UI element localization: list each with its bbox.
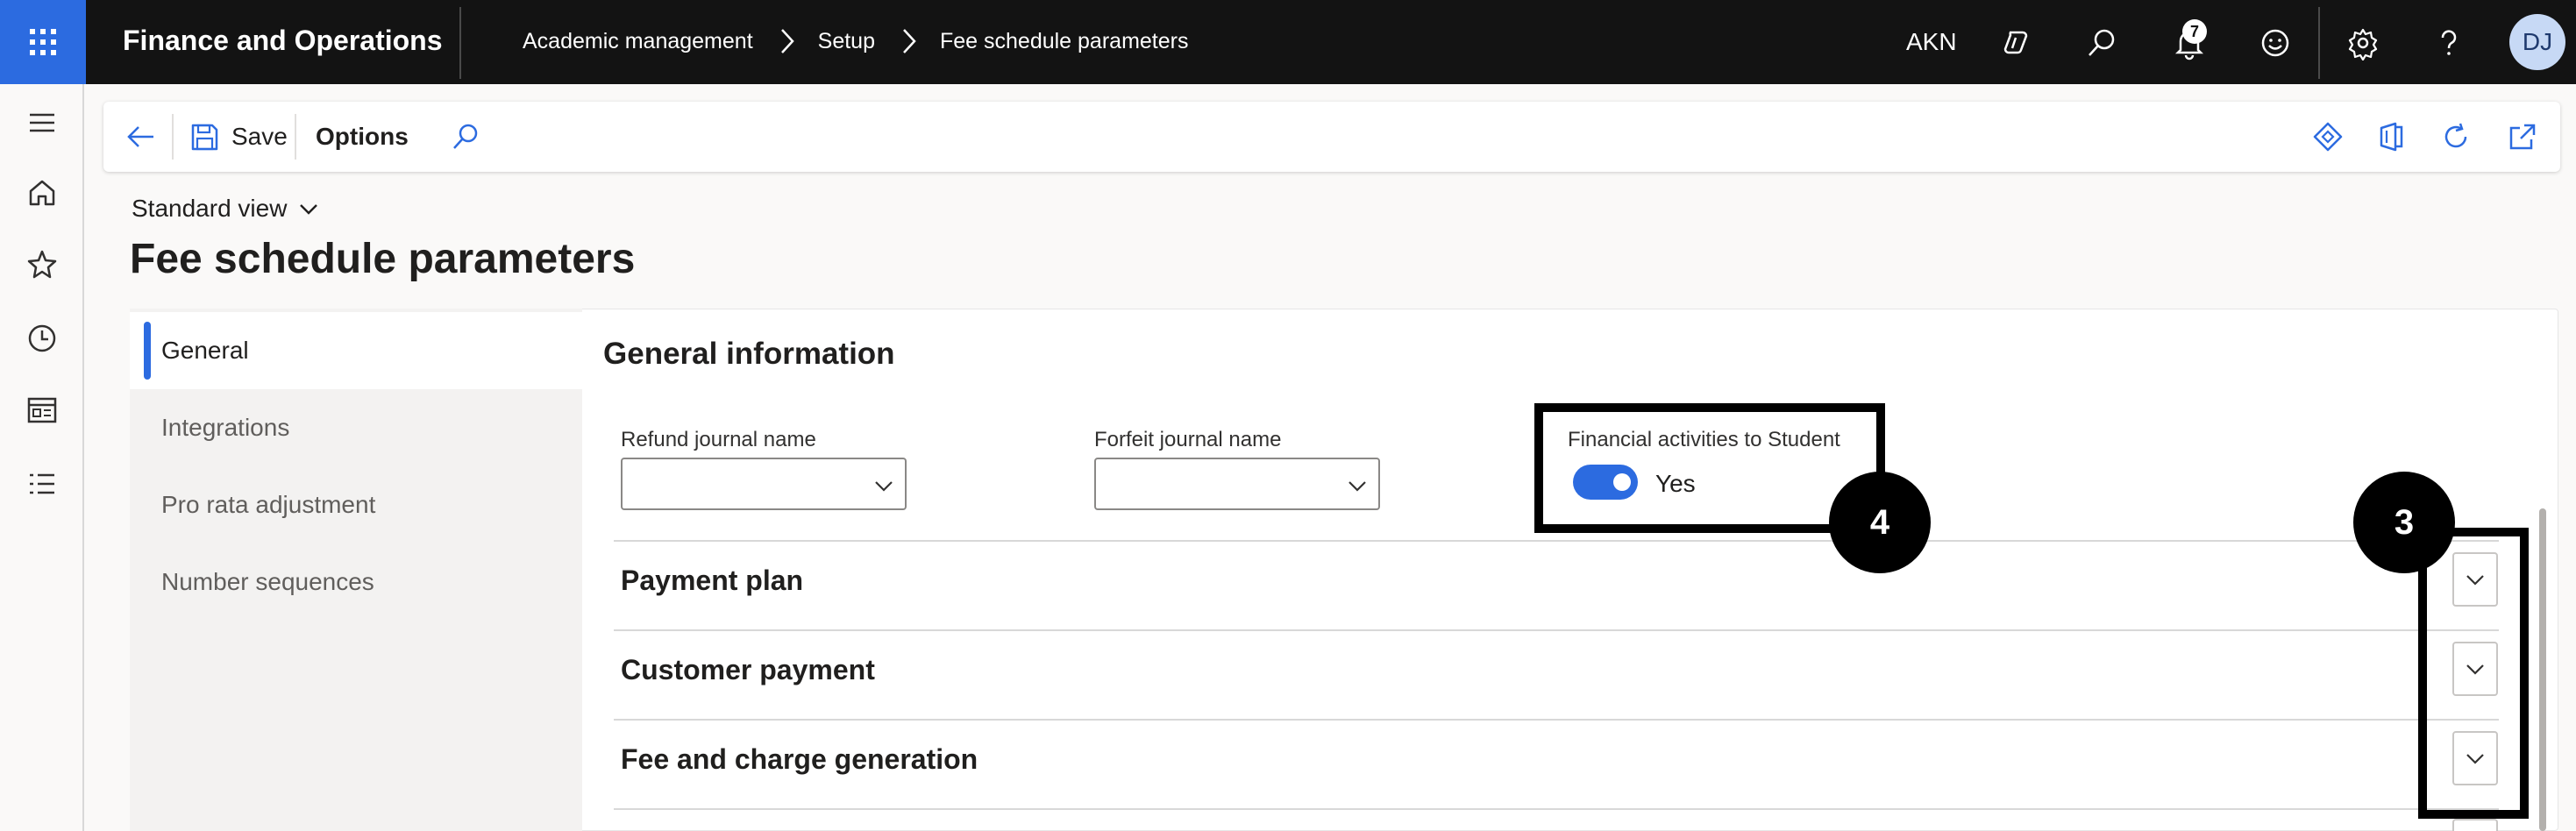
options-menu[interactable]: Options xyxy=(316,102,409,172)
workspace-icon xyxy=(27,397,57,423)
clock-icon xyxy=(28,324,56,352)
save-button[interactable]: Save xyxy=(188,102,288,172)
expand-next-section-button[interactable] xyxy=(2452,819,2498,831)
chevron-down-icon xyxy=(1348,481,1366,492)
view-selector[interactable]: Standard view xyxy=(132,195,320,223)
power-apps-button[interactable] xyxy=(2311,102,2345,172)
refund-journal-combobox[interactable] xyxy=(621,458,907,510)
nav-workspaces[interactable] xyxy=(25,393,60,428)
app-launcher-button[interactable] xyxy=(0,0,86,84)
waffle-icon xyxy=(30,29,56,55)
list-icon xyxy=(30,473,54,494)
nav-home[interactable] xyxy=(25,175,60,210)
topbar-divider xyxy=(459,7,461,79)
help-button[interactable] xyxy=(2429,23,2469,63)
action-pane: Save Options xyxy=(103,102,2560,172)
callout-badge-4: 4 xyxy=(1829,472,1931,573)
tab-label: General xyxy=(161,337,249,364)
forfeit-journal-combobox[interactable] xyxy=(1094,458,1380,510)
nav-recent[interactable] xyxy=(25,321,60,356)
refresh-button[interactable] xyxy=(2439,102,2473,172)
app-title[interactable]: Finance and Operations xyxy=(123,25,443,57)
callout-box-expand-buttons xyxy=(2418,528,2529,819)
tab-pro-rata-adjustment[interactable]: Pro rata adjustment xyxy=(130,466,582,543)
chevron-right-icon xyxy=(901,28,917,54)
section-divider xyxy=(614,719,2499,721)
save-label: Save xyxy=(231,123,288,150)
hamburger-menu-button[interactable] xyxy=(25,105,60,140)
search-button[interactable] xyxy=(2081,23,2122,63)
topbar-divider xyxy=(2318,7,2320,79)
tab-label: Number sequences xyxy=(161,568,374,595)
page-title: Fee schedule parameters xyxy=(130,236,636,282)
tab-integrations[interactable]: Integrations xyxy=(130,389,582,466)
chevron-down-icon xyxy=(300,204,318,215)
gear-icon xyxy=(2348,28,2378,60)
refund-journal-label: Refund journal name xyxy=(621,428,816,451)
open-new-window-icon xyxy=(2509,124,2536,150)
nav-favorites[interactable] xyxy=(25,247,60,282)
smiley-icon xyxy=(2261,29,2289,57)
star-icon xyxy=(27,250,57,279)
callout-badge-3: 3 xyxy=(2353,472,2455,573)
chevron-down-icon xyxy=(875,481,893,492)
company-picker[interactable]: AKN xyxy=(1906,28,1957,56)
forfeit-journal-label: Forfeit journal name xyxy=(1094,428,1282,451)
breadcrumb-item-setup[interactable]: Setup xyxy=(818,29,875,54)
fasttab-payment-plan[interactable]: Payment plan xyxy=(621,565,803,597)
breadcrumb-item-fee-schedule-parameters[interactable]: Fee schedule parameters xyxy=(940,29,1188,54)
office-button[interactable] xyxy=(2374,102,2408,172)
settings-button[interactable] xyxy=(2343,23,2383,63)
back-button[interactable] xyxy=(125,102,158,172)
feedback-button[interactable] xyxy=(2255,23,2295,63)
action-pane-divider xyxy=(295,114,296,160)
section-divider xyxy=(614,540,2499,542)
section-title: General information xyxy=(603,337,895,371)
action-pane-divider xyxy=(172,114,174,160)
vertical-scrollbar[interactable] xyxy=(2539,508,2546,831)
section-divider xyxy=(614,629,2499,631)
active-tab-indicator xyxy=(144,322,151,380)
left-navigation xyxy=(0,84,84,831)
chevron-right-icon xyxy=(779,28,795,54)
copilot-icon xyxy=(2003,31,2028,54)
section-divider xyxy=(614,808,2499,810)
refresh-icon xyxy=(2444,123,2467,148)
notification-badge: 7 xyxy=(2182,19,2207,44)
office-icon xyxy=(2380,122,2403,152)
search-icon xyxy=(453,124,478,149)
hamburger-icon xyxy=(30,113,54,132)
copilot-button[interactable] xyxy=(1996,23,2036,63)
save-icon xyxy=(191,124,218,151)
tab-label: Integrations xyxy=(161,414,290,441)
tab-number-sequences[interactable]: Number sequences xyxy=(130,543,582,621)
open-new-window-button[interactable] xyxy=(2506,102,2539,172)
options-label: Options xyxy=(316,123,409,150)
nav-modules[interactable] xyxy=(25,466,60,501)
action-search-button[interactable] xyxy=(449,102,482,172)
arrow-left-icon xyxy=(127,126,153,147)
help-icon xyxy=(2441,30,2457,55)
breadcrumb: Academic management Setup Fee schedule p… xyxy=(523,28,1188,54)
fasttab-customer-payment[interactable]: Customer payment xyxy=(621,654,875,686)
view-selector-label: Standard view xyxy=(132,195,288,222)
avatar[interactable]: DJ xyxy=(2509,14,2565,70)
tab-general[interactable]: General xyxy=(130,312,582,389)
tab-label: Pro rata adjustment xyxy=(161,491,376,518)
breadcrumb-item-academic-management[interactable]: Academic management xyxy=(523,29,753,54)
home-icon xyxy=(29,180,55,206)
search-icon xyxy=(2089,29,2115,56)
diamond-icon xyxy=(2313,122,2343,152)
top-bar: Finance and Operations Academic manageme… xyxy=(0,0,2576,84)
fasttab-fee-and-charge-generation[interactable]: Fee and charge generation xyxy=(621,743,978,776)
